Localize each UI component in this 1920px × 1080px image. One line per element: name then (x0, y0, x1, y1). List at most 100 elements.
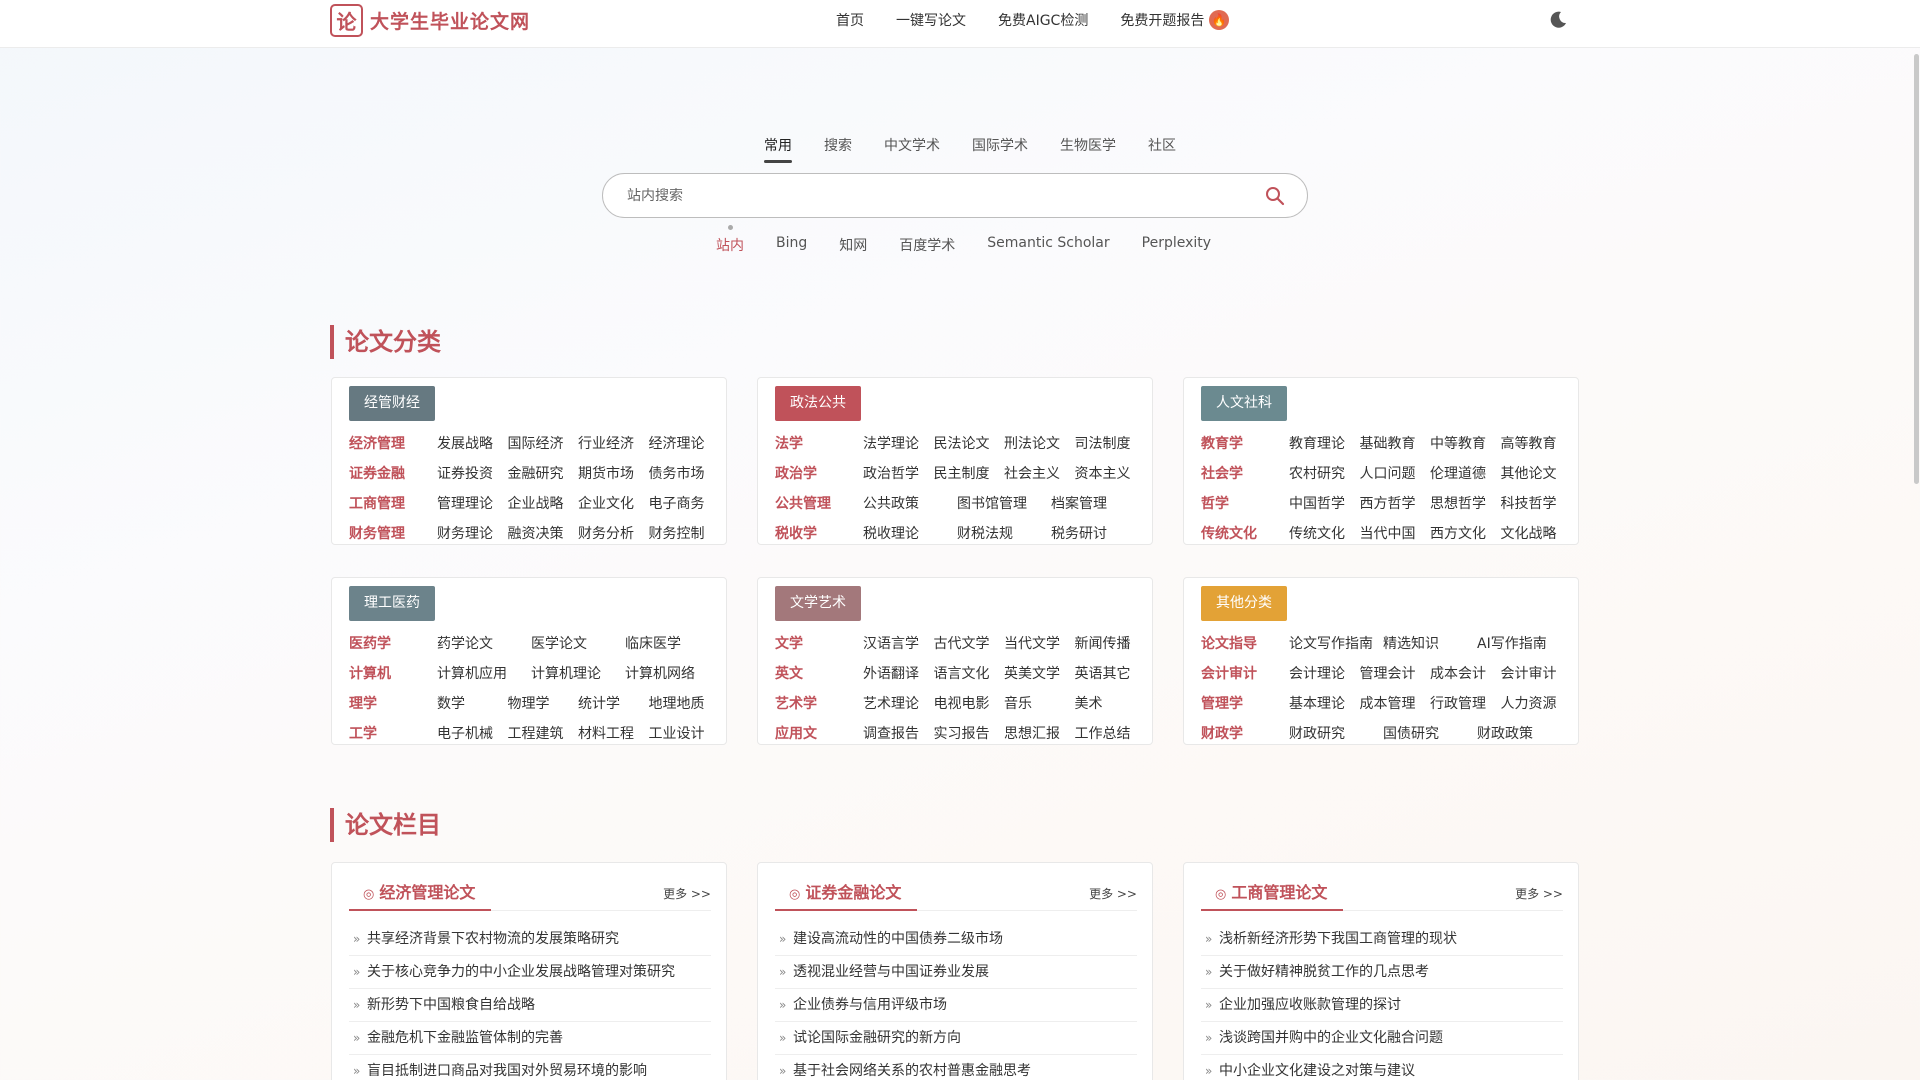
category-badge[interactable]: 理工医药 (349, 586, 435, 621)
article-item[interactable]: » 企业债券与信用评级市场 (775, 989, 1137, 1022)
article-item[interactable]: » 浅析新经济形势下我国工商管理的现状 (1201, 923, 1563, 956)
nav-aigc-check[interactable]: 免费AIGC检测 (998, 10, 1088, 30)
category-link[interactable]: 政治哲学 (863, 463, 934, 483)
category-link[interactable]: 农村研究 (1289, 463, 1360, 483)
category-row-head[interactable]: 管理学 (1201, 693, 1289, 713)
category-link[interactable]: 计算机应用 (437, 663, 531, 683)
category-link[interactable]: 古代文学 (934, 633, 1005, 653)
category-link[interactable]: 精选知识 (1383, 633, 1477, 653)
category-link[interactable]: 法学理论 (863, 433, 934, 453)
category-link[interactable]: 思想哲学 (1430, 493, 1501, 513)
category-link[interactable]: AI写作指南 (1477, 633, 1571, 653)
article-item[interactable]: » 透视混业经营与中国证券业发展 (775, 956, 1137, 989)
site-logo[interactable]: 论 大学生毕业论文网 (330, 4, 530, 37)
category-link[interactable]: 电视电影 (934, 693, 1005, 713)
category-link[interactable]: 高等教育 (1501, 433, 1572, 453)
category-link[interactable]: 行政管理 (1430, 693, 1501, 713)
article-item[interactable]: » 关于做好精神脱贫工作的几点思考 (1201, 956, 1563, 989)
search-icon[interactable] (1265, 186, 1285, 206)
category-row-head[interactable]: 工学 (349, 723, 437, 743)
tab-community[interactable]: 社区 (1148, 135, 1176, 163)
category-link[interactable]: 地理地质 (649, 693, 720, 713)
category-link[interactable]: 财务理论 (437, 523, 508, 543)
category-link[interactable]: 英美文学 (1004, 663, 1075, 683)
nav-home[interactable]: 首页 (836, 10, 864, 30)
category-link[interactable]: 经济理论 (649, 433, 720, 453)
category-link[interactable]: 人力资源 (1501, 693, 1572, 713)
category-link[interactable]: 证券投资 (437, 463, 508, 483)
category-link[interactable]: 社会主义 (1004, 463, 1075, 483)
category-link[interactable]: 期货市场 (578, 463, 649, 483)
category-link[interactable]: 论文写作指南 (1289, 633, 1383, 653)
category-link[interactable]: 税务研讨 (1051, 523, 1145, 543)
category-link[interactable]: 企业文化 (578, 493, 649, 513)
category-link[interactable]: 临床医学 (625, 633, 719, 653)
category-row-head[interactable]: 公共管理 (775, 493, 863, 513)
article-item[interactable]: » 企业加强应收账款管理的探讨 (1201, 989, 1563, 1022)
category-link[interactable]: 新闻传播 (1075, 633, 1146, 653)
category-link[interactable]: 国际经济 (508, 433, 579, 453)
category-row-head[interactable]: 英文 (775, 663, 863, 683)
page-scrollbar[interactable] (1914, 54, 1919, 484)
column-card-title[interactable]: ◎ 证券金融论文 (775, 873, 918, 911)
category-link[interactable]: 图书馆管理 (957, 493, 1051, 513)
category-link[interactable]: 西方哲学 (1360, 493, 1431, 513)
category-link[interactable]: 汉语言学 (863, 633, 934, 653)
category-link[interactable]: 计算机理论 (531, 663, 625, 683)
category-link[interactable]: 成本管理 (1360, 693, 1431, 713)
moon-icon[interactable] (1548, 10, 1568, 30)
category-link[interactable]: 物理学 (508, 693, 579, 713)
engine-bing[interactable]: Bing (776, 235, 807, 255)
category-row-head[interactable]: 社会学 (1201, 463, 1289, 483)
search-input[interactable] (627, 187, 1227, 204)
category-link[interactable]: 当代文学 (1004, 633, 1075, 653)
category-link[interactable]: 管理理论 (437, 493, 508, 513)
category-link[interactable]: 国债研究 (1383, 723, 1477, 743)
category-link[interactable]: 伦理道德 (1430, 463, 1501, 483)
tab-biomedical[interactable]: 生物医学 (1060, 135, 1116, 163)
category-link[interactable]: 西方文化 (1430, 523, 1501, 543)
category-link[interactable]: 当代中国 (1360, 523, 1431, 543)
category-link[interactable]: 电子机械 (437, 723, 508, 743)
category-link[interactable]: 医学论文 (531, 633, 625, 653)
category-link[interactable]: 财政研究 (1289, 723, 1383, 743)
column-card-title[interactable]: ◎ 经济管理论文 (349, 873, 492, 911)
article-item[interactable]: » 试论国际金融研究的新方向 (775, 1022, 1137, 1055)
category-link[interactable]: 财务控制 (649, 523, 720, 543)
article-item[interactable]: » 建设高流动性的中国债券二级市场 (775, 923, 1137, 956)
article-item[interactable]: » 基于社会网络关系的农村普惠金融思考 (775, 1055, 1137, 1080)
category-row-head[interactable]: 文学 (775, 633, 863, 653)
category-link[interactable]: 税收理论 (863, 523, 957, 543)
category-row-head[interactable]: 会计审计 (1201, 663, 1289, 683)
category-row-head[interactable]: 理学 (349, 693, 437, 713)
category-link[interactable]: 档案管理 (1051, 493, 1145, 513)
category-link[interactable]: 会计理论 (1289, 663, 1360, 683)
category-link[interactable]: 艺术理论 (863, 693, 934, 713)
category-badge[interactable]: 其他分类 (1201, 586, 1287, 621)
article-item[interactable]: » 盲目抵制进口商品对我国对外贸易环境的影响 (349, 1055, 711, 1080)
category-badge[interactable]: 政法公共 (775, 386, 861, 421)
category-link[interactable]: 融资决策 (508, 523, 579, 543)
category-link[interactable]: 民主制度 (934, 463, 1005, 483)
category-link[interactable]: 美术 (1075, 693, 1146, 713)
category-link[interactable]: 语言文化 (934, 663, 1005, 683)
category-link[interactable]: 科技哲学 (1501, 493, 1572, 513)
category-row-head[interactable]: 证券金融 (349, 463, 437, 483)
category-link[interactable]: 刑法论文 (1004, 433, 1075, 453)
engine-semantic-scholar[interactable]: Semantic Scholar (987, 235, 1109, 255)
category-link[interactable]: 民法论文 (934, 433, 1005, 453)
category-link[interactable]: 工作总结 (1075, 723, 1146, 743)
category-row-head[interactable]: 经济管理 (349, 433, 437, 453)
category-link[interactable]: 实习报告 (934, 723, 1005, 743)
category-link[interactable]: 电子商务 (649, 493, 720, 513)
category-link[interactable]: 统计学 (578, 693, 649, 713)
article-item[interactable]: » 新形势下中国粮食自给战略 (349, 989, 711, 1022)
category-link[interactable]: 公共政策 (863, 493, 957, 513)
category-link[interactable]: 药学论文 (437, 633, 531, 653)
article-item[interactable]: » 浅谈跨国并购中的企业文化融合问题 (1201, 1022, 1563, 1055)
category-row-head[interactable]: 论文指导 (1201, 633, 1289, 653)
category-link[interactable]: 数学 (437, 693, 508, 713)
category-badge[interactable]: 文学艺术 (775, 586, 861, 621)
category-link[interactable]: 管理会计 (1360, 663, 1431, 683)
category-link[interactable]: 工程建筑 (508, 723, 579, 743)
